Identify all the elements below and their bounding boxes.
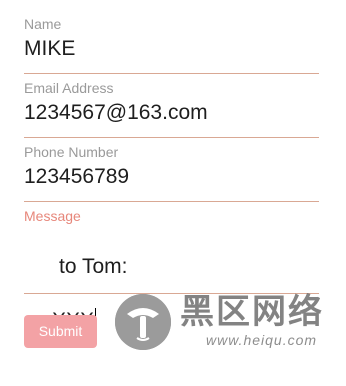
phone-input[interactable]: 123456789 — [24, 164, 319, 190]
watermark-logo-icon — [115, 294, 171, 350]
phone-field[interactable]: Phone Number 123456789 — [24, 144, 319, 202]
watermark-url: www.heiqu.com — [206, 332, 318, 348]
submit-button[interactable]: Submit — [24, 315, 97, 348]
message-line-1: to Tom: — [59, 255, 128, 278]
message-field[interactable]: Message to Tom: XXX — [24, 208, 319, 332]
watermark: 黑区网络 www.heiqu.com — [112, 292, 346, 354]
message-label: Message — [24, 208, 81, 224]
email-label: Email Address — [24, 80, 114, 96]
contact-form: Name MIKE Email Address 1234567@163.com … — [0, 0, 346, 354]
email-field[interactable]: Email Address 1234567@163.com — [24, 80, 319, 138]
watermark-text: 黑区网络 — [180, 293, 324, 331]
name-field[interactable]: Name MIKE — [24, 16, 319, 74]
name-label: Name — [24, 16, 62, 32]
name-input[interactable]: MIKE — [24, 36, 319, 62]
email-input[interactable]: 1234567@163.com — [24, 100, 319, 126]
phone-label: Phone Number — [24, 144, 119, 160]
